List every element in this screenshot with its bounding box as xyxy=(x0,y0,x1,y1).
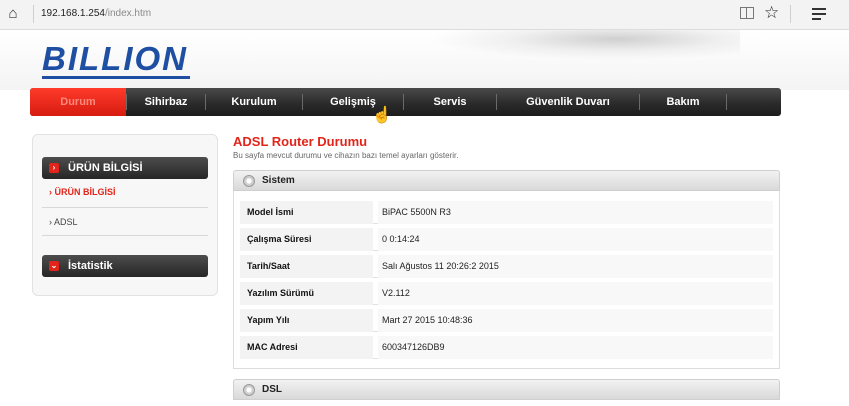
table-row: Tarih/Saat Salı Ağustos 11 20:26:2 2015 xyxy=(240,255,773,278)
gear-icon xyxy=(243,384,255,396)
table-row: Çalışma Süresi 0 0:14:24 xyxy=(240,228,773,251)
section-title: Sistem xyxy=(262,175,295,186)
url-path: /index.htm xyxy=(104,8,152,19)
table-row: MAC Adresi 600347126DB9 xyxy=(240,336,773,359)
router-page: BILLION Durum Sihirbaz Kurulum Gelişmiş … xyxy=(0,30,849,406)
hand-cursor-icon: ☝ xyxy=(372,107,392,124)
sidebar-item-adsl[interactable]: › ADSL xyxy=(49,217,207,227)
sidebar-section-urun-bilgisi[interactable]: › ÜRÜN BİLGİSİ xyxy=(42,157,208,179)
row-value: V2.112 xyxy=(378,282,773,305)
hamburger-menu-icon[interactable] xyxy=(812,8,826,20)
sidebar-item-label: ÜRÜN BİLGİSİ xyxy=(54,187,116,197)
page-title: ADSL Router Durumu xyxy=(233,134,368,149)
row-value: 600347126DB9 xyxy=(378,336,773,359)
page-subtitle: Bu sayfa mevcut durumu ve cihazın bazı t… xyxy=(233,151,459,160)
section-header-dsl: DSL xyxy=(233,379,780,400)
star-icon[interactable]: ☆ xyxy=(764,3,779,23)
row-label: MAC Adresi xyxy=(240,336,373,359)
row-label: Model İsmi xyxy=(240,201,373,224)
nav-item-sihirbaz[interactable]: Sihirbaz xyxy=(127,88,205,116)
home-icon[interactable]: ⌂ xyxy=(4,5,22,23)
row-value: Salı Ağustos 11 20:26:2 2015 xyxy=(378,255,773,278)
sidebar: › ÜRÜN BİLGİSİ › ÜRÜN BİLGİSİ › ADSL ⌄ İ… xyxy=(32,134,218,296)
reading-view-icon[interactable] xyxy=(740,7,754,19)
system-info-table: Model İsmi BiPAC 5500N R3 Çalışma Süresi… xyxy=(233,191,780,369)
billion-logo: BILLION xyxy=(42,40,188,77)
toolbar-divider xyxy=(33,5,34,23)
section-header-sistem: Sistem xyxy=(233,170,780,191)
nav-item-servis[interactable]: Servis xyxy=(404,88,496,116)
table-row: Yazılım Sürümü V2.112 xyxy=(240,282,773,305)
url-host: 192.168.1.254 xyxy=(41,8,105,19)
nav-item-kurulum[interactable]: Kurulum xyxy=(206,88,302,116)
sidebar-item-urun-bilgisi[interactable]: › ÜRÜN BİLGİSİ xyxy=(49,187,207,197)
row-label: Yazılım Sürümü xyxy=(240,282,373,305)
table-row: Yapım Yılı Mart 27 2015 10:48:36 xyxy=(240,309,773,332)
sidebar-divider xyxy=(42,207,208,208)
row-label: Yapım Yılı xyxy=(240,309,373,332)
sidebar-section-label: İstatistik xyxy=(68,260,113,272)
gear-icon xyxy=(243,175,255,187)
row-value: Mart 27 2015 10:48:36 xyxy=(378,309,773,332)
nav-item-bakim[interactable]: Bakım xyxy=(640,88,726,116)
row-value: BiPAC 5500N R3 xyxy=(378,201,773,224)
table-row: Model İsmi BiPAC 5500N R3 xyxy=(240,201,773,224)
row-label: Tarih/Saat xyxy=(240,255,373,278)
sidebar-divider xyxy=(42,235,208,236)
row-value: 0 0:14:24 xyxy=(378,228,773,251)
sidebar-item-label: ADSL xyxy=(54,217,78,227)
browser-toolbar: ⌂ 192.168.1.254/index.htm ☆ xyxy=(0,0,849,30)
row-label: Çalışma Süresi xyxy=(240,228,373,251)
logo-underline xyxy=(42,76,190,79)
main-nav: Durum Sihirbaz Kurulum Gelişmiş Servis G… xyxy=(30,88,781,116)
toolbar-divider xyxy=(790,5,791,23)
section-title: DSL xyxy=(262,384,282,395)
sidebar-section-istatistik[interactable]: ⌄ İstatistik xyxy=(42,255,208,277)
header-decoration xyxy=(430,30,740,60)
nav-divider xyxy=(726,94,727,110)
chevron-right-icon: › xyxy=(49,163,59,173)
nav-item-durum[interactable]: Durum xyxy=(30,88,126,116)
sidebar-section-label: ÜRÜN BİLGİSİ xyxy=(68,162,143,174)
address-bar[interactable]: 192.168.1.254/index.htm xyxy=(41,8,151,19)
chevron-down-icon: ⌄ xyxy=(49,261,59,271)
nav-item-guvenlik-duvari[interactable]: Güvenlik Duvarı xyxy=(497,88,639,116)
